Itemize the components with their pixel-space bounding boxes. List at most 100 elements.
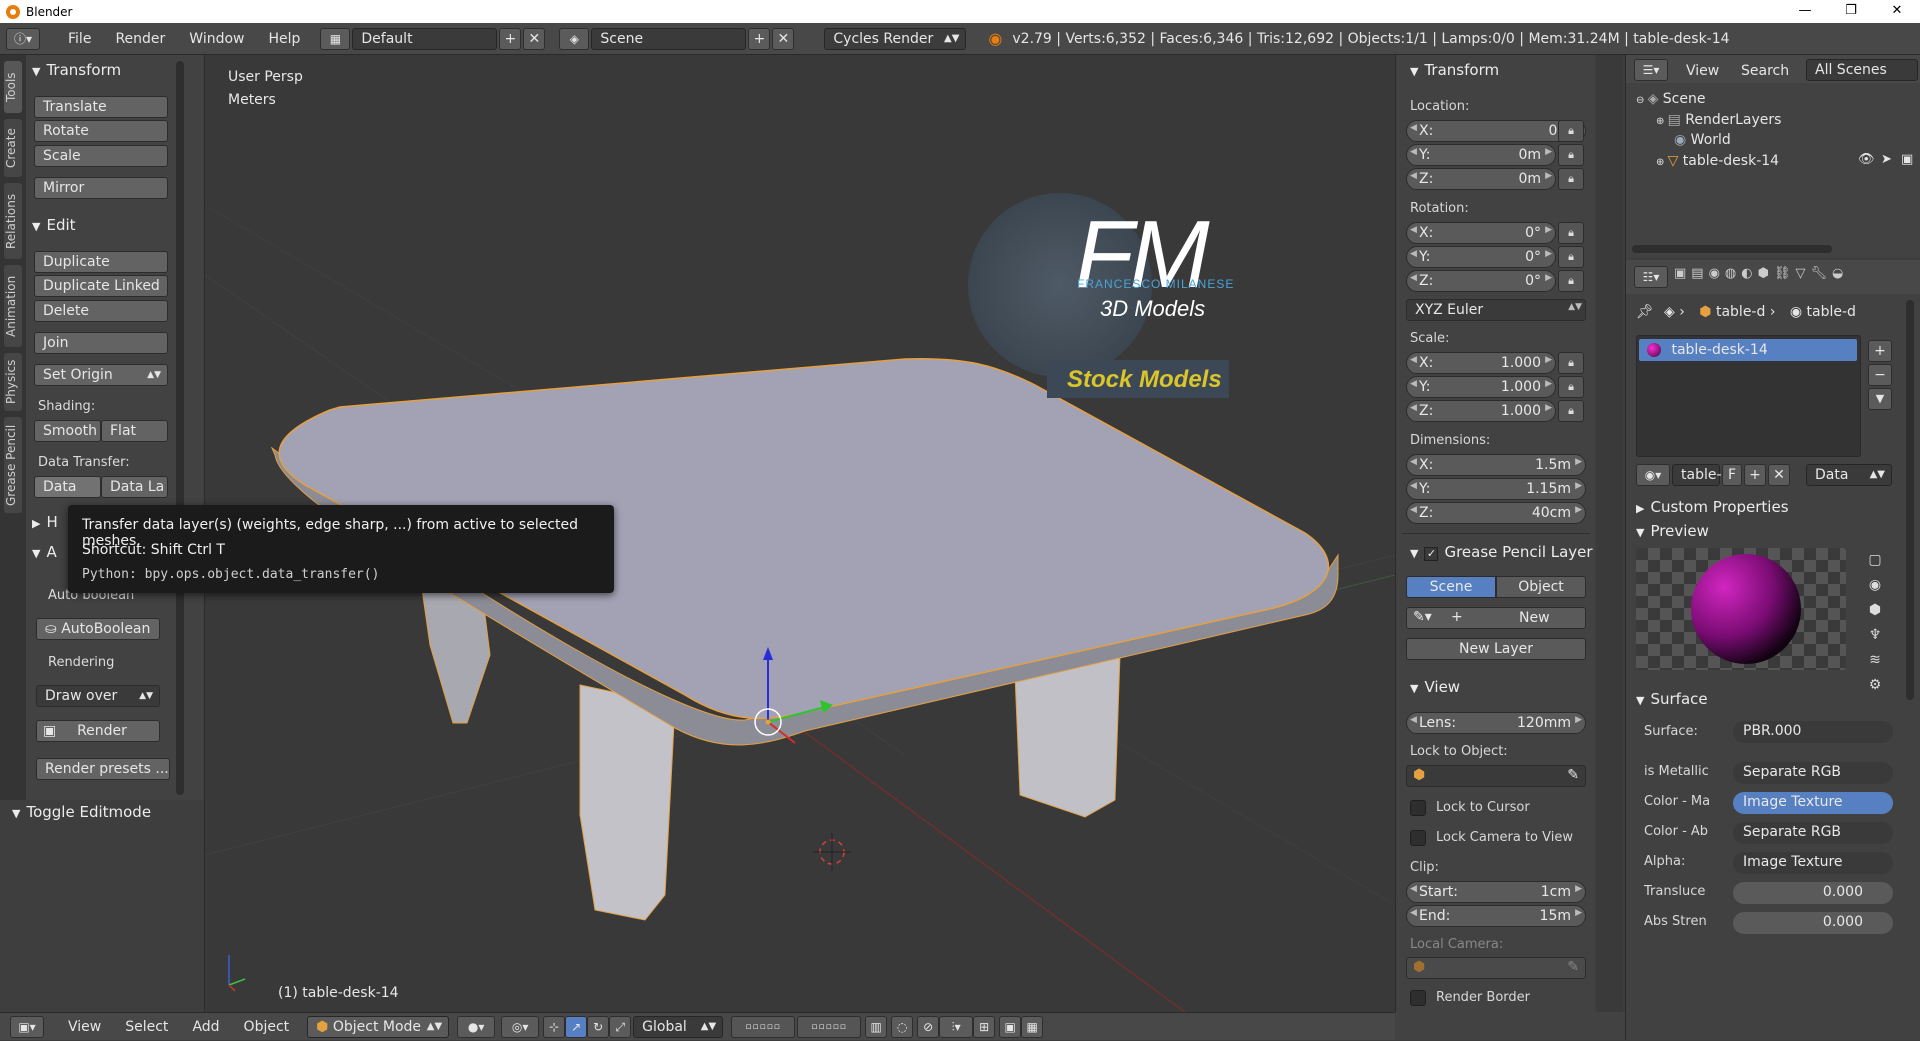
metallic-input-node[interactable]: Separate RGB bbox=[1733, 762, 1893, 784]
expand-icon[interactable]: ⊕ bbox=[1656, 116, 1668, 127]
render-border-checkbox[interactable] bbox=[1410, 990, 1426, 1006]
scale-z-field[interactable]: ◀ Z: 1.000 ▶ bbox=[1406, 400, 1556, 422]
tab-grease-pencil[interactable]: Grease Pencil bbox=[4, 417, 22, 513]
add-slot-button[interactable]: + bbox=[1868, 340, 1892, 362]
editor-type-button[interactable]: ⓘ▾ bbox=[6, 27, 40, 50]
renderable-camera-icon[interactable]: ▣ bbox=[1901, 152, 1913, 167]
scene-selector[interactable]: Scene bbox=[591, 27, 747, 50]
outliner-renderlayers-item[interactable]: ⊕ ▤ RenderLayers bbox=[1656, 110, 1781, 130]
remove-slot-button[interactable]: − bbox=[1868, 364, 1892, 386]
snap-target-icon[interactable]: ⊞ bbox=[973, 1015, 996, 1038]
scale-button[interactable]: Scale bbox=[34, 145, 168, 167]
rotation-y-field[interactable]: ◀ Y: 0° ▶ bbox=[1406, 246, 1556, 268]
data-transfer-button[interactable]: Data bbox=[34, 476, 101, 498]
tab-create[interactable]: Create bbox=[4, 119, 22, 177]
layer-lock-icon[interactable]: ▥ bbox=[865, 1015, 888, 1038]
lock-icon[interactable]: 🔒︎ bbox=[1558, 144, 1584, 166]
transform-header[interactable]: ▼ Transform bbox=[32, 59, 121, 81]
snap-toggle-icon[interactable]: ⊘ bbox=[917, 1015, 940, 1038]
visibility-eye-icon[interactable]: 👁︎ bbox=[1858, 152, 1875, 167]
addon-header[interactable]: ▼ A bbox=[32, 541, 57, 563]
collapse-icon[interactable]: ⊖ bbox=[1636, 95, 1648, 106]
smooth-button[interactable]: Smooth bbox=[34, 420, 101, 442]
tab-physics[interactable]: Physics bbox=[4, 353, 22, 411]
menu-select[interactable]: Select bbox=[113, 1013, 180, 1041]
mirror-button[interactable]: Mirror bbox=[34, 177, 168, 199]
preview-type-buttons[interactable]: ▢ ◉ ⬢ ♆ ≋ ⚙ bbox=[1858, 548, 1892, 693]
color-ma-input-node[interactable]: Image Texture bbox=[1733, 792, 1893, 814]
properties-editor-button[interactable]: ☷▾ bbox=[1634, 266, 1668, 288]
transform-orientation-dropdown[interactable]: Global ▲▼ bbox=[633, 1015, 724, 1038]
outliner-world-item[interactable]: ◉ World bbox=[1674, 130, 1731, 150]
material-slot-item[interactable]: table-desk-14 bbox=[1639, 339, 1857, 361]
proportional-edit-icon[interactable]: ◌ bbox=[891, 1015, 914, 1038]
pivot-point-button[interactable]: ◎▾ bbox=[501, 1015, 540, 1038]
join-button[interactable]: Join bbox=[34, 332, 168, 354]
properties-context-tabs[interactable]: ▣▤◉◍◐⬢⛓▽🔧︎◒ bbox=[1674, 266, 1914, 288]
draw-over-dropdown[interactable]: Draw over ▲▼ bbox=[36, 685, 160, 707]
render-engine-selector[interactable]: Cycles Render ▲▼ bbox=[824, 27, 967, 50]
lock-icon[interactable]: 🔒︎ bbox=[1558, 400, 1584, 422]
render-button[interactable]: ▣ Render bbox=[36, 720, 160, 742]
menu-render[interactable]: Render bbox=[103, 23, 177, 55]
unlink-material-button[interactable]: ✕ bbox=[1768, 464, 1790, 486]
add-scene-button[interactable]: + bbox=[748, 27, 771, 50]
gp-object-tab[interactable]: Object bbox=[1496, 576, 1586, 598]
shading-mode-button[interactable]: ●▾ bbox=[457, 1015, 496, 1038]
scale-y-field[interactable]: ◀ Y: 1.000 ▶ bbox=[1406, 376, 1556, 398]
grease-pencil-layer-header[interactable]: ▼ ✓ Grease Pencil Layer bbox=[1410, 541, 1593, 563]
opengl-render-icon[interactable]: ▣ bbox=[999, 1015, 1022, 1038]
duplicate-linked-button[interactable]: Duplicate Linked bbox=[34, 275, 168, 297]
rotation-mode-dropdown[interactable]: XYZ Euler ▲▼ bbox=[1406, 299, 1586, 321]
selectable-cursor-icon[interactable]: ➤ bbox=[1881, 152, 1892, 167]
rotate-button[interactable]: Rotate bbox=[34, 120, 168, 142]
data-transfer-layout-button[interactable]: Data La bbox=[101, 476, 168, 498]
lock-camera-checkbox[interactable] bbox=[1410, 830, 1426, 846]
pin-icon[interactable]: 📌︎ bbox=[1636, 304, 1654, 320]
menu-file[interactable]: File bbox=[56, 23, 103, 55]
preview-header[interactable]: ▼ Preview bbox=[1636, 520, 1709, 542]
outliner-view-menu[interactable]: View bbox=[1686, 61, 1719, 81]
lock-object-field[interactable]: ⬢ ✎ bbox=[1406, 765, 1586, 787]
eyedropper-icon[interactable]: ✎ bbox=[1567, 767, 1579, 783]
menu-add[interactable]: Add bbox=[180, 1013, 231, 1041]
edit-header[interactable]: ▼ Edit bbox=[32, 214, 76, 236]
lock-to-cursor-checkbox[interactable] bbox=[1410, 800, 1426, 816]
gp-enable-checkbox[interactable]: ✓ bbox=[1424, 547, 1439, 561]
minimize-button[interactable]: — bbox=[1782, 0, 1828, 23]
translate-manipulator-icon[interactable]: ↗ bbox=[565, 1015, 588, 1038]
menu-help[interactable]: Help bbox=[256, 23, 312, 55]
surface-shader-dropdown[interactable]: PBR.000 bbox=[1733, 721, 1893, 743]
clip-end-field[interactable]: ◀ End: 15m ▶ bbox=[1406, 905, 1586, 927]
menu-window[interactable]: Window bbox=[177, 23, 256, 55]
tab-relations[interactable]: Relations bbox=[4, 183, 22, 259]
tab-tools[interactable]: Tools bbox=[4, 61, 22, 113]
properties-scrollbar[interactable] bbox=[1906, 300, 1914, 700]
close-button[interactable]: ✕ bbox=[1874, 0, 1920, 23]
lock-icon[interactable]: 🔒︎ bbox=[1558, 270, 1584, 292]
abs-strength-slider[interactable]: 0.000 bbox=[1733, 912, 1893, 934]
translucence-slider[interactable]: 0.000 bbox=[1733, 882, 1893, 904]
snap-element-icon[interactable]: ⫶▾ bbox=[939, 1015, 974, 1038]
gp-new-layer-button[interactable]: New Layer bbox=[1406, 638, 1586, 660]
layout-icon[interactable]: ▦ bbox=[320, 27, 351, 50]
lock-icon[interactable]: 🔒︎ bbox=[1558, 168, 1584, 190]
flat-button[interactable]: Flat bbox=[101, 420, 168, 442]
fake-user-button[interactable]: F bbox=[1722, 464, 1742, 486]
gp-new-button[interactable]: ✎▾ + New bbox=[1406, 607, 1586, 629]
remove-scene-button[interactable]: ✕ bbox=[772, 27, 795, 50]
location-z-field[interactable]: ◀ Z: 0m ▶ bbox=[1406, 168, 1556, 190]
custom-properties-header[interactable]: ▶ Custom Properties bbox=[1636, 496, 1789, 518]
lock-icon[interactable]: 🔒︎ bbox=[1558, 352, 1584, 374]
add-layout-button[interactable]: + bbox=[499, 27, 522, 50]
toggle-editmode-header[interactable]: ▼ Toggle Editmode bbox=[12, 801, 151, 823]
alpha-input-node[interactable]: Image Texture bbox=[1733, 852, 1893, 874]
outliner[interactable]: ☰▾ View Search All Scenes ⊖ ◈ Scene ⊕ ▤ … bbox=[1626, 55, 1920, 257]
rotate-manipulator-icon[interactable]: ↻ bbox=[587, 1015, 610, 1038]
translate-button[interactable]: Translate bbox=[34, 96, 168, 118]
lock-icon[interactable]: 🔒︎ bbox=[1558, 376, 1584, 398]
outliner-display-dropdown[interactable]: All Scenes bbox=[1806, 59, 1918, 81]
scene-icon[interactable]: ◈ bbox=[559, 27, 590, 50]
n-transform-header[interactable]: ▼ Transform bbox=[1410, 59, 1499, 81]
slot-specials-button[interactable]: ▼ bbox=[1868, 388, 1892, 410]
